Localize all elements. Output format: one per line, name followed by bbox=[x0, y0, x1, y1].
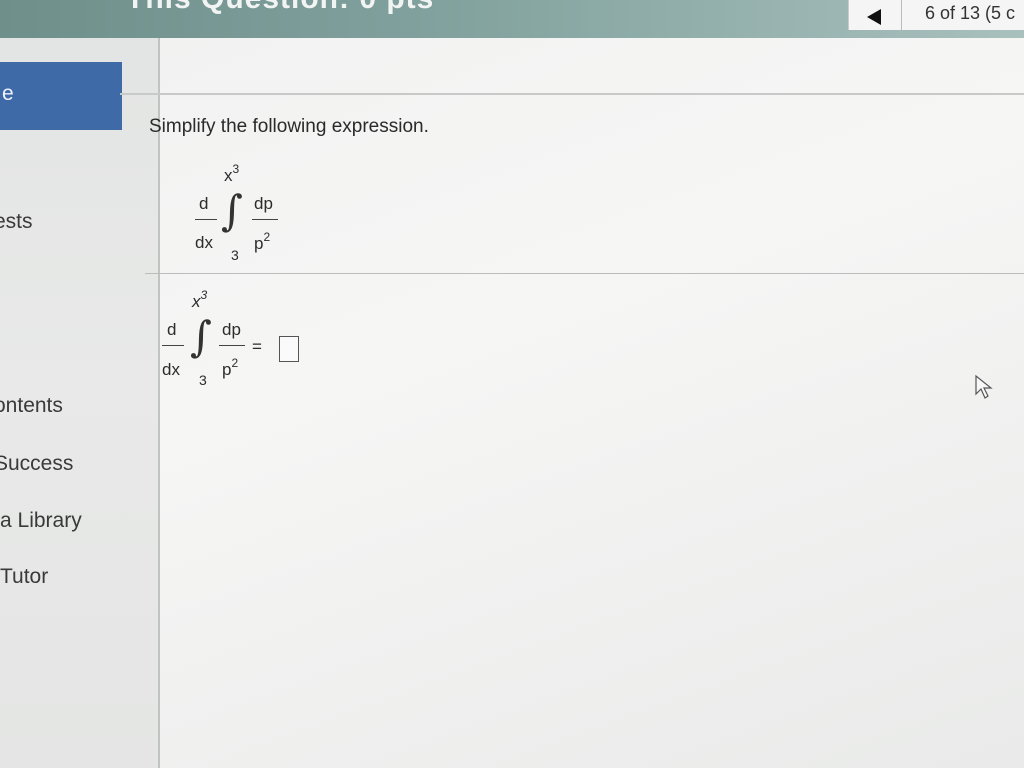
answer-denominator: p2 bbox=[222, 356, 238, 380]
expr-lower-limit: 3 bbox=[231, 247, 239, 263]
sidebar-item-active[interactable] bbox=[0, 62, 122, 130]
sidebar-item-tests[interactable]: ests bbox=[0, 210, 33, 234]
question-header-bar: This Question: 0 pts 6 of 13 (5 c bbox=[0, 0, 1024, 38]
answer-fraction-bar bbox=[219, 345, 245, 346]
expr-upper-var: x bbox=[224, 166, 233, 185]
pager-divider bbox=[901, 0, 902, 30]
answer-numerator: dp bbox=[222, 320, 241, 339]
answer-upper-var: x bbox=[192, 292, 201, 311]
sidebar-item-library[interactable]: a Library bbox=[0, 509, 82, 533]
content-divider-top bbox=[120, 93, 1024, 95]
integral-sign-icon: ∫ bbox=[221, 186, 243, 235]
answer-upper-exp: 3 bbox=[200, 288, 208, 302]
answer-d: d bbox=[167, 320, 177, 339]
answer-input[interactable] bbox=[279, 336, 299, 362]
expr-denominator-exp: 2 bbox=[263, 230, 271, 244]
content-divider-mid bbox=[145, 273, 1024, 274]
sidebar: e ests ontents Success a Library Tutor bbox=[0, 0, 160, 768]
expr-dx: dx bbox=[195, 233, 213, 252]
answer-dx: dx bbox=[162, 360, 180, 379]
mouse-pointer-icon bbox=[975, 374, 993, 399]
main-content bbox=[118, 30, 1024, 768]
expr-d: d bbox=[199, 194, 209, 213]
triangle-left-icon[interactable] bbox=[867, 9, 881, 25]
question-prompt: Simplify the following expression. bbox=[149, 116, 429, 137]
expr-numerator: dp bbox=[254, 194, 273, 213]
answer-denominator-exp: 2 bbox=[231, 356, 239, 370]
answer-ddx-bar bbox=[162, 345, 184, 346]
question-pager: 6 of 13 (5 c bbox=[848, 0, 1024, 30]
expr-ddx-bar bbox=[195, 219, 217, 220]
sidebar-item-tutor[interactable]: Tutor bbox=[0, 565, 48, 589]
sidebar-item-contents[interactable]: ontents bbox=[0, 394, 63, 418]
answer-lower-limit: 3 bbox=[199, 372, 207, 388]
expr-upper-limit: x3 bbox=[224, 162, 239, 186]
question-counter[interactable]: 6 of 13 (5 c bbox=[925, 3, 1015, 24]
sidebar-item-label-active[interactable]: e bbox=[2, 82, 14, 106]
answer-integral-sign-icon: ∫ bbox=[190, 312, 212, 361]
question-points-title: This Question: 0 pts bbox=[126, 0, 434, 16]
answer-equals: = bbox=[252, 337, 262, 356]
expr-upper-exp: 3 bbox=[232, 162, 240, 176]
answer-upper-limit: x3 bbox=[192, 288, 207, 312]
expr-denominator: p2 bbox=[254, 230, 270, 254]
expr-fraction-bar bbox=[252, 219, 278, 220]
sidebar-item-success[interactable]: Success bbox=[0, 452, 73, 476]
